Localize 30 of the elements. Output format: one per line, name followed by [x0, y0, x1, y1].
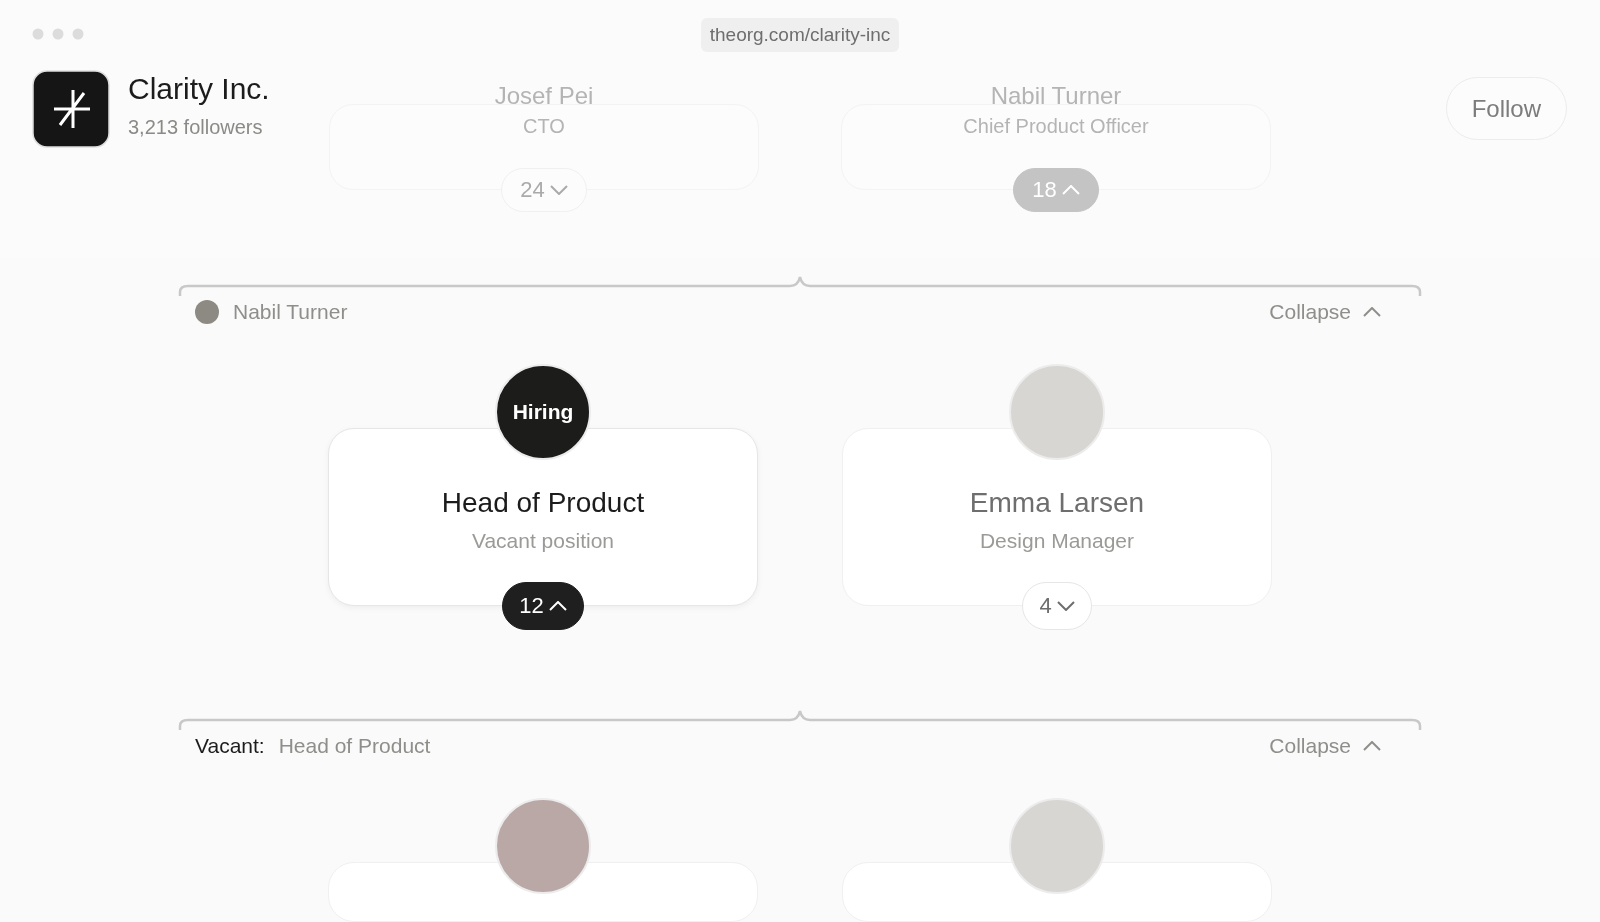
- chevron-down-icon: [1056, 601, 1075, 611]
- follow-button[interactable]: Follow: [1445, 77, 1567, 140]
- logo-icon: [32, 70, 110, 148]
- manager-name: Nabil Turner: [233, 300, 348, 324]
- role-title: Chief Product Officer: [963, 115, 1149, 138]
- reports-count-button[interactable]: 4: [1022, 582, 1092, 630]
- company-name: Clarity Inc.: [128, 72, 270, 106]
- followers-count: 3,213 followers: [128, 116, 264, 139]
- manager-name: Head of Product: [278, 734, 431, 758]
- reports-count-button[interactable]: 24: [501, 168, 587, 212]
- chevron-down-icon: [549, 185, 568, 195]
- hiring-badge: Hiring: [495, 364, 591, 460]
- chevron-up-icon: [1061, 185, 1080, 195]
- role-title: CTO: [523, 115, 565, 138]
- chevron-up-icon: [1363, 307, 1381, 317]
- person-name: Emma Larsen: [969, 487, 1145, 519]
- role-title: Design Manager: [979, 529, 1135, 553]
- position-title: Head of Product: [441, 487, 645, 519]
- url-field[interactable]: theorg.com/clarity-inc: [700, 18, 900, 52]
- role-title: Vacant position: [471, 529, 614, 553]
- vacant-label: Vacant:: [195, 734, 265, 758]
- avatar-photo: [195, 300, 219, 324]
- chevron-up-icon: [548, 601, 567, 611]
- person-card[interactable]: [842, 862, 1272, 922]
- collapse-button[interactable]: Collapse: [1269, 734, 1405, 758]
- person-card[interactable]: [328, 862, 758, 922]
- window-dots-icon: [32, 28, 86, 40]
- chevron-up-icon: [1363, 741, 1381, 751]
- reports-count-button[interactable]: 12: [502, 582, 584, 630]
- collapse-button[interactable]: Collapse: [1269, 300, 1405, 324]
